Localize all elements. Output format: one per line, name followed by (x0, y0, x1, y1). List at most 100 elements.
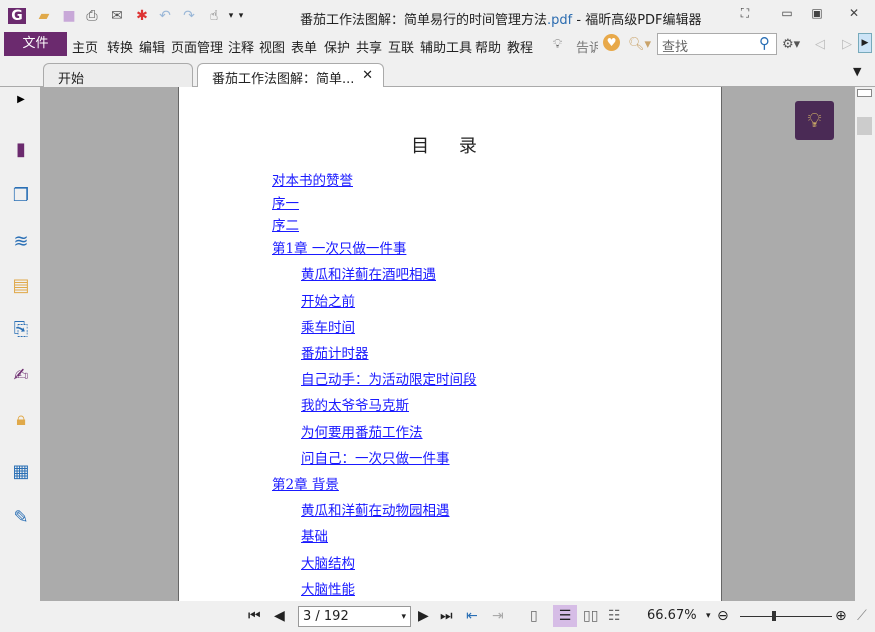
bookmark-icon[interactable]: ▮ (10, 139, 32, 161)
close-tab-icon[interactable]: ✕ (362, 68, 373, 83)
undo-icon[interactable]: ↶ (156, 8, 174, 24)
zoom-in-icon[interactable]: ⊕ (835, 608, 847, 624)
page-number-input[interactable]: 3 / 192 ▾ (298, 606, 411, 627)
toc-link[interactable]: 大脑性能 (301, 578, 355, 598)
tab-document-label: 番茄工作法图解：简单... (212, 72, 355, 87)
menu-comment[interactable]: 注释 (228, 37, 254, 56)
facing-pages-icon[interactable]: ▯▯ (583, 608, 598, 624)
menu-protect[interactable]: 保护 (324, 37, 350, 56)
tab-document[interactable]: 番茄工作法图解：简单... ✕ (197, 63, 384, 88)
form-fields-icon[interactable]: ▦ (10, 461, 32, 483)
menu-convert[interactable]: 转换 (107, 37, 133, 56)
next-view-icon[interactable]: ⇥ (492, 608, 504, 624)
toc-link[interactable]: 序一 (272, 192, 299, 212)
redo-icon[interactable]: ↷ (180, 8, 198, 24)
previous-page-icon[interactable]: ◀ (274, 608, 285, 624)
toc-link[interactable]: 乘车时间 (301, 316, 355, 336)
title-bar: G ▰ ■ ⎙ ✉ ✱ ↶ ↷ ☝ ▾ ▾ 番茄工作法图解：简单易行的时间管理方… (0, 0, 875, 31)
tips-lightbulb-button[interactable]: 💡︎ (795, 101, 834, 140)
first-page-icon[interactable]: ⏮ (248, 608, 261, 624)
single-page-icon[interactable]: ▯ (530, 608, 538, 624)
expand-ribbon-button[interactable]: ▶ (858, 33, 872, 53)
toc-link[interactable]: 我的太爷爷马克斯 (301, 394, 409, 414)
scrollbar-thumb[interactable] (857, 117, 872, 135)
open-folder-icon[interactable]: ▰ (35, 8, 53, 24)
zoom-slider-thumb[interactable] (772, 611, 777, 621)
toc-link[interactable]: 问自己：一次只做一件事 (301, 447, 450, 467)
tab-start[interactable]: 开始 (43, 63, 193, 87)
toc-title: 目 录 (411, 136, 489, 157)
pages-icon[interactable]: ❐ (10, 185, 32, 207)
menu-file[interactable]: 文件 (4, 32, 67, 56)
menu-view[interactable]: 视图 (259, 37, 285, 56)
toc-link[interactable]: 第1章 一次只做一件事 (272, 237, 406, 257)
restore-button[interactable]: ▣ (807, 6, 827, 22)
toc-link[interactable]: 开始之前 (301, 290, 355, 310)
folder-search-icon[interactable]: 🔍︎▾ (628, 37, 651, 52)
zoom-slider[interactable] (740, 616, 832, 617)
window-title: 番茄工作法图解：简单易行的时间管理方法.pdf - 福昕高级PDF编辑器 (300, 13, 702, 28)
toc-link[interactable]: 基础 (301, 525, 328, 545)
menu-help[interactable]: 帮助 (475, 37, 501, 56)
zoom-level[interactable]: 66.67% (647, 608, 697, 624)
toc-link[interactable]: 为何要用番茄工作法 (301, 421, 423, 441)
tell-me[interactable]: 告诉 (576, 37, 598, 56)
toc-link[interactable]: 大脑结构 (301, 552, 355, 572)
document-viewer[interactable]: 目 录 对本书的赞誉 序一 序二第1章 一次只做一件事黄瓜和洋蓟在酒吧相遇 开始之前乘… (40, 87, 855, 601)
toc-link[interactable]: 自己动手：为活动限定时间段 (301, 368, 477, 388)
last-page-icon[interactable]: ⏭ (440, 608, 453, 624)
minimize-button[interactable]: ▭ (777, 6, 797, 22)
app-logo-icon: G (8, 8, 26, 24)
menu-form[interactable]: 表单 (291, 37, 317, 56)
layers-icon[interactable]: ≋ (10, 231, 32, 253)
menu-accessibility[interactable]: 辅助工具 (420, 37, 472, 56)
zoom-dropdown-icon[interactable]: ▾ (706, 608, 711, 624)
lightbulb-icon[interactable]: 💡︎ (553, 37, 562, 52)
continuous-facing-icon[interactable]: ☷ (608, 608, 621, 624)
new-document-icon[interactable]: ✱ (133, 8, 151, 24)
ribbon-menu: 文件 主页 转换 编辑 页面管理 注释 视图 表单 保护 共享 互联 辅助工具 … (0, 31, 875, 57)
pdf-page: 目 录 对本书的赞誉 序一 序二第1章 一次只做一件事黄瓜和洋蓟在酒吧相遇 开始之前乘… (178, 87, 722, 601)
continuous-page-icon[interactable]: ☰ (553, 605, 577, 627)
previous-arrow-icon[interactable]: ◁ (815, 37, 825, 52)
tab-bar: 开始 番茄工作法图解：简单... ✕ ▼ (0, 57, 875, 88)
toc-link[interactable]: 番茄计时器 (301, 342, 369, 362)
menu-tutorial[interactable]: 教程 (507, 37, 533, 56)
previous-view-icon[interactable]: ⇤ (466, 608, 478, 624)
heart-icon[interactable]: ♥ (603, 34, 620, 51)
navigation-pane: ▶ ▮ ❐ ≋ ▤ ⎘ ✍ 🔒︎ ▦ ✎ (0, 87, 40, 601)
comments-icon[interactable]: ▤ (10, 275, 32, 297)
menu-connect[interactable]: 互联 (388, 37, 414, 56)
tab-list-dropdown-icon[interactable]: ▼ (853, 65, 861, 78)
next-arrow-icon[interactable]: ▷ (842, 37, 852, 52)
search-icon[interactable]: ⚲ (759, 34, 770, 52)
next-page-icon[interactable]: ▶ (418, 608, 429, 624)
email-icon[interactable]: ✉ (108, 8, 126, 24)
menu-share[interactable]: 共享 (356, 37, 382, 56)
signature-icon[interactable]: ✍ (10, 365, 32, 387)
certificate-icon[interactable]: ✎ (10, 507, 32, 529)
scroll-up-button[interactable] (857, 89, 872, 97)
expand-pane-icon[interactable]: ▶ (10, 89, 32, 111)
hand-tool-icon[interactable]: ☝ (205, 8, 223, 24)
menu-page-management[interactable]: 页面管理 (171, 37, 223, 56)
print-icon[interactable]: ⎙ (83, 8, 101, 24)
attachments-icon[interactable]: ⎘ (10, 319, 32, 341)
toc-link[interactable]: 黄瓜和洋蓟在动物园相遇 (301, 499, 450, 519)
customize-toolbar-icon[interactable]: ▾ (232, 8, 250, 24)
lock-icon[interactable]: 🔒︎ (10, 409, 32, 431)
menu-edit[interactable]: 编辑 (139, 37, 165, 56)
menu-home[interactable]: 主页 (72, 37, 98, 56)
resize-grip-icon[interactable]: ⟋ (857, 608, 867, 624)
close-button[interactable]: ✕ (844, 6, 864, 22)
toc-link[interactable]: 对本书的赞誉 (272, 169, 353, 189)
zoom-out-icon[interactable]: ⊖ (717, 608, 729, 624)
settings-gear-icon[interactable]: ⚙▾ (782, 37, 800, 52)
toc-link[interactable]: 黄瓜和洋蓟在酒吧相遇 (301, 263, 436, 283)
toc-link[interactable]: 序二 (272, 214, 299, 234)
save-icon[interactable]: ■ (60, 8, 78, 24)
status-bar: ⏮ ◀ 3 / 192 ▾ ▶ ⏭ ⇤ ⇥ ▯ ☰ ▯▯ ☷ 66.67% ▾ ⊖… (0, 601, 875, 632)
fullscreen-icon[interactable]: ⛶ (735, 6, 755, 22)
toc-link[interactable]: 第2章 背景 (272, 473, 339, 493)
vertical-scrollbar[interactable] (855, 87, 875, 601)
